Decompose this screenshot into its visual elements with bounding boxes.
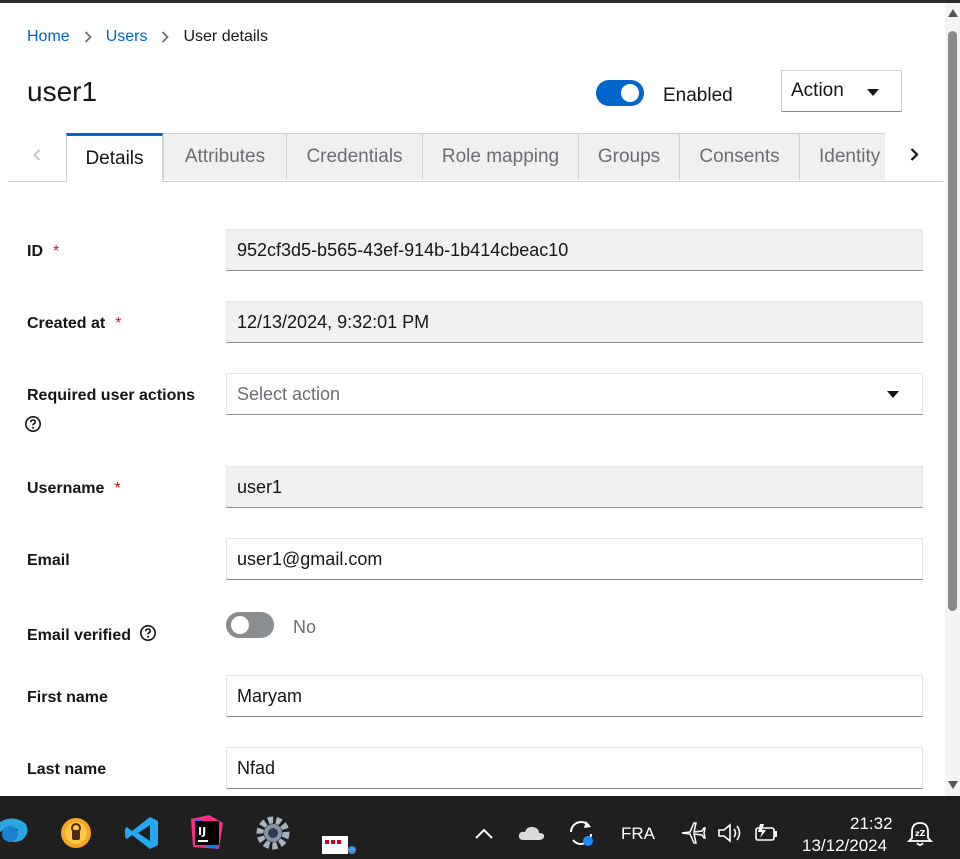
airplane-icon[interactable] [680, 821, 706, 850]
toggle-knob [621, 84, 639, 102]
scroll-down-icon[interactable] [948, 781, 958, 789]
page-title: user1 [27, 76, 98, 107]
email-verified-toggle[interactable] [226, 612, 274, 638]
user-details-page: Home Users User details user1 Enabled Ac… [0, 3, 945, 796]
caret-down-icon [867, 89, 879, 96]
tab-label: Identity [819, 146, 881, 167]
tab-groups[interactable]: Groups [578, 133, 680, 180]
first-name-value: Maryam [237, 685, 303, 706]
required-marker: * [53, 243, 60, 260]
enabled-label: Enabled [663, 85, 733, 106]
cloud-icon[interactable] [518, 824, 546, 847]
created-at-label: Created at * [27, 315, 122, 332]
first-name-label: First name [27, 689, 108, 706]
required-user-actions-label: Required user actions [27, 387, 196, 404]
settings-icon[interactable] [255, 815, 291, 856]
id-value: 952cf3d5-b565-43ef-914b-1b414cbeac10 [237, 239, 569, 260]
vertical-scrollbar[interactable] [945, 3, 960, 796]
svg-text:zZ: zZ [915, 829, 926, 838]
created-at-value: 12/13/2024, 9:32:01 PM [237, 311, 430, 332]
help-icon[interactable] [24, 415, 42, 438]
email-verified-state: No [293, 617, 317, 637]
taskbar-time[interactable]: 21:32 [850, 814, 893, 834]
last-name-label: Last name [27, 761, 107, 778]
scroll-up-icon[interactable] [948, 9, 958, 17]
username-value: user1 [237, 476, 283, 497]
username-field[interactable]: user1 [226, 466, 923, 508]
caret-down-icon [887, 391, 899, 398]
select-placeholder: Select action [237, 383, 341, 404]
chevron-left-icon [33, 148, 41, 166]
scrollbar-thumb[interactable] [948, 31, 957, 611]
chevron-up-icon[interactable] [474, 826, 494, 845]
chevron-right-icon [161, 31, 170, 43]
chevron-right-icon [910, 148, 919, 166]
notification-icon[interactable]: zZ [906, 820, 934, 853]
breadcrumb-home-link[interactable]: Home [27, 28, 70, 46]
id-label: ID * [27, 243, 60, 260]
edge-icon[interactable] [0, 814, 30, 853]
vscode-icon[interactable] [124, 815, 160, 856]
toggle-knob [231, 616, 249, 634]
id-field[interactable]: 952cf3d5-b565-43ef-914b-1b414cbeac10 [226, 229, 923, 271]
created-at-field[interactable]: 12/13/2024, 9:32:01 PM [226, 301, 923, 343]
required-marker: * [115, 315, 122, 332]
breadcrumb-current: User details [183, 28, 268, 45]
breadcrumb: Home Users User details [27, 28, 268, 46]
email-verified-label: Email verified [27, 624, 157, 647]
required-user-actions-select[interactable]: Select action [226, 373, 923, 415]
last-name-value: Nfad [237, 757, 276, 778]
action-dropdown[interactable]: Action [781, 70, 902, 112]
enabled-toggle[interactable] [596, 80, 644, 106]
volume-icon[interactable] [716, 821, 744, 850]
tab-scroll-left-button[interactable] [8, 133, 66, 181]
battery-icon[interactable] [752, 820, 780, 849]
tab-label: Credentials [306, 146, 403, 167]
action-dropdown-label: Action [791, 80, 844, 101]
tab-label: Details [85, 148, 144, 169]
required-marker: * [114, 480, 121, 497]
tab-label: Groups [597, 146, 661, 167]
email-value: user1@gmail.com [237, 548, 383, 569]
help-icon[interactable] [139, 624, 157, 647]
app-icon[interactable] [320, 832, 360, 859]
sync-icon[interactable] [566, 818, 596, 853]
intellij-icon[interactable]: IJ [189, 815, 225, 856]
tab-role-mapping[interactable]: Role mapping [422, 133, 579, 180]
tab-attributes[interactable]: Attributes [163, 133, 287, 180]
tab-credentials[interactable]: Credentials [286, 133, 423, 180]
email-field[interactable]: user1@gmail.com [226, 538, 923, 580]
email-label: Email [27, 552, 70, 569]
taskbar-date[interactable]: 13/12/2024 [802, 836, 887, 856]
tab-label: Consents [699, 146, 780, 167]
tab-identity[interactable]: Identity [799, 133, 889, 180]
username-label: Username * [27, 480, 121, 497]
svg-text:IJ: IJ [198, 825, 206, 838]
tab-label: Role mapping [441, 146, 560, 167]
tab-consents[interactable]: Consents [679, 133, 800, 180]
tab-label: Attributes [184, 146, 266, 167]
breadcrumb-users-link[interactable]: Users [106, 28, 148, 46]
vpn-icon[interactable] [59, 816, 93, 855]
tab-scroll-right-button[interactable] [885, 133, 943, 181]
chevron-right-icon [84, 31, 92, 43]
language-indicator[interactable]: FRA [621, 824, 655, 844]
tab-bar: Details Attributes Credentials Role mapp… [8, 133, 943, 182]
tab-details[interactable]: Details [66, 133, 163, 182]
last-name-field[interactable]: Nfad [226, 747, 923, 789]
first-name-field[interactable]: Maryam [226, 675, 923, 717]
